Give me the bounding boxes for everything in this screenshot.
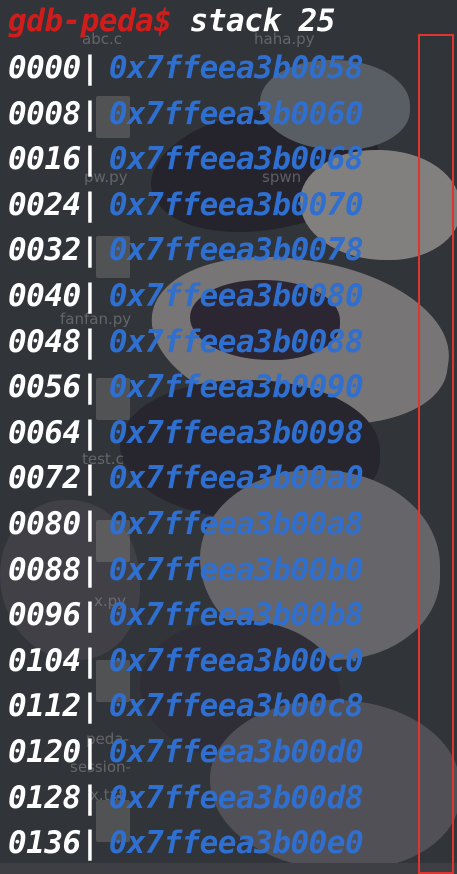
stack-address: 0x7ffeea3b0090 xyxy=(108,369,364,406)
gdb-prompt: gdb-peda$ xyxy=(8,3,172,39)
stack-row: 0088| 0x7ffeea3b00b0 xyxy=(8,551,364,597)
stack-row: 0096| 0x7ffeea3b00b8 xyxy=(8,596,364,642)
command-text: stack 25 xyxy=(189,3,336,39)
command-line[interactable]: gdb-peda$ stack 25 xyxy=(8,3,335,39)
stack-separator: | xyxy=(80,95,100,132)
stack-separator: | xyxy=(80,186,100,223)
stack-offset: 0112 xyxy=(8,688,81,725)
stack-separator: | xyxy=(80,779,100,816)
stack-offset: 0032 xyxy=(8,232,81,269)
stack-separator: | xyxy=(80,733,100,770)
stack-address: 0x7ffeea3b00a0 xyxy=(108,460,364,497)
stack-offset: 0128 xyxy=(8,779,81,816)
stack-row: 0008| 0x7ffeea3b0060 xyxy=(8,95,364,141)
stack-separator: | xyxy=(80,597,100,634)
stack-offset: 0096 xyxy=(8,597,81,634)
stack-row: 0120| 0x7ffeea3b00d0 xyxy=(8,733,364,779)
terminal-window[interactable]: gdb-peda$ stack 25 0000| 0x7ffeea3b0058 00… xyxy=(0,0,457,874)
stack-separator: | xyxy=(80,460,100,497)
stack-separator: | xyxy=(80,551,100,588)
stack-row: 0000| 0x7ffeea3b0058 xyxy=(8,49,364,95)
stack-separator: | xyxy=(80,369,100,406)
stack-row: 0040| 0x7ffeea3b0080 xyxy=(8,277,364,323)
stack-address: 0x7ffeea3b0078 xyxy=(108,232,364,269)
stack-row: 0024| 0x7ffeea3b0070 xyxy=(8,186,364,232)
stack-offset: 0040 xyxy=(8,277,81,314)
stack-separator: | xyxy=(80,232,100,269)
stack-address: 0x7ffeea3b00d0 xyxy=(108,733,364,770)
highlight-box xyxy=(418,34,454,874)
stack-separator: | xyxy=(80,323,100,360)
stack-offset: 0120 xyxy=(8,733,81,770)
stack-offset: 0064 xyxy=(8,414,81,451)
stack-row: 0064| 0x7ffeea3b0098 xyxy=(8,414,364,460)
stack-address: 0x7ffeea3b0068 xyxy=(108,141,364,178)
stack-row: 0016| 0x7ffeea3b0068 xyxy=(8,140,364,186)
stack-address: 0x7ffeea3b00b0 xyxy=(108,551,364,588)
stack-separator: | xyxy=(80,688,100,725)
stack-address: 0x7ffeea3b00e0 xyxy=(108,825,364,862)
stack-address: 0x7ffeea3b0058 xyxy=(108,50,364,86)
stack-separator: | xyxy=(80,277,100,314)
stack-address: 0x7ffeea3b0070 xyxy=(108,186,364,223)
stack-separator: | xyxy=(80,505,100,542)
stack-separator: | xyxy=(80,50,100,86)
stack-offset: 0088 xyxy=(8,551,81,588)
stack-dump: 0000| 0x7ffeea3b0058 0008| 0x7ffeea3b0060 00… xyxy=(8,49,364,870)
stack-address: 0x7ffeea3b00b8 xyxy=(108,597,364,634)
stack-separator: | xyxy=(80,414,100,451)
stack-offset: 0136 xyxy=(8,825,81,862)
stack-row: 0128| 0x7ffeea3b00d8 xyxy=(8,779,364,825)
stack-offset: 0080 xyxy=(8,505,81,542)
stack-address: 0x7ffeea3b00d8 xyxy=(108,779,364,816)
stack-address: 0x7ffeea3b00a8 xyxy=(108,505,364,542)
stack-address: 0x7ffeea3b0098 xyxy=(108,414,364,451)
stack-separator: | xyxy=(80,825,100,862)
stack-row: 0048| 0x7ffeea3b0088 xyxy=(8,323,364,369)
stack-address: 0x7ffeea3b00c0 xyxy=(108,642,364,679)
stack-offset: 0000 xyxy=(8,50,81,86)
stack-separator: | xyxy=(80,642,100,679)
stack-row: 0072| 0x7ffeea3b00a0 xyxy=(8,459,364,505)
stack-offset: 0056 xyxy=(8,369,81,406)
stack-address: 0x7ffeea3b0080 xyxy=(108,277,364,314)
stack-offset: 0104 xyxy=(8,642,81,679)
stack-offset: 0008 xyxy=(8,95,81,132)
stack-row: 0032| 0x7ffeea3b0078 xyxy=(8,231,364,277)
stack-offset: 0024 xyxy=(8,186,81,223)
stack-offset: 0016 xyxy=(8,141,81,178)
stack-offset: 0048 xyxy=(8,323,81,360)
stack-row: 0080| 0x7ffeea3b00a8 xyxy=(8,505,364,551)
stack-address: 0x7ffeea3b0088 xyxy=(108,323,364,360)
stack-offset: 0072 xyxy=(8,460,81,497)
stack-separator: | xyxy=(80,141,100,178)
stack-row: 0104| 0x7ffeea3b00c0 xyxy=(8,642,364,688)
stack-address: 0x7ffeea3b0060 xyxy=(108,95,364,132)
stack-row: 0112| 0x7ffeea3b00c8 xyxy=(8,687,364,733)
stack-row: 0056| 0x7ffeea3b0090 xyxy=(8,368,364,414)
stack-address: 0x7ffeea3b00c8 xyxy=(108,688,364,725)
